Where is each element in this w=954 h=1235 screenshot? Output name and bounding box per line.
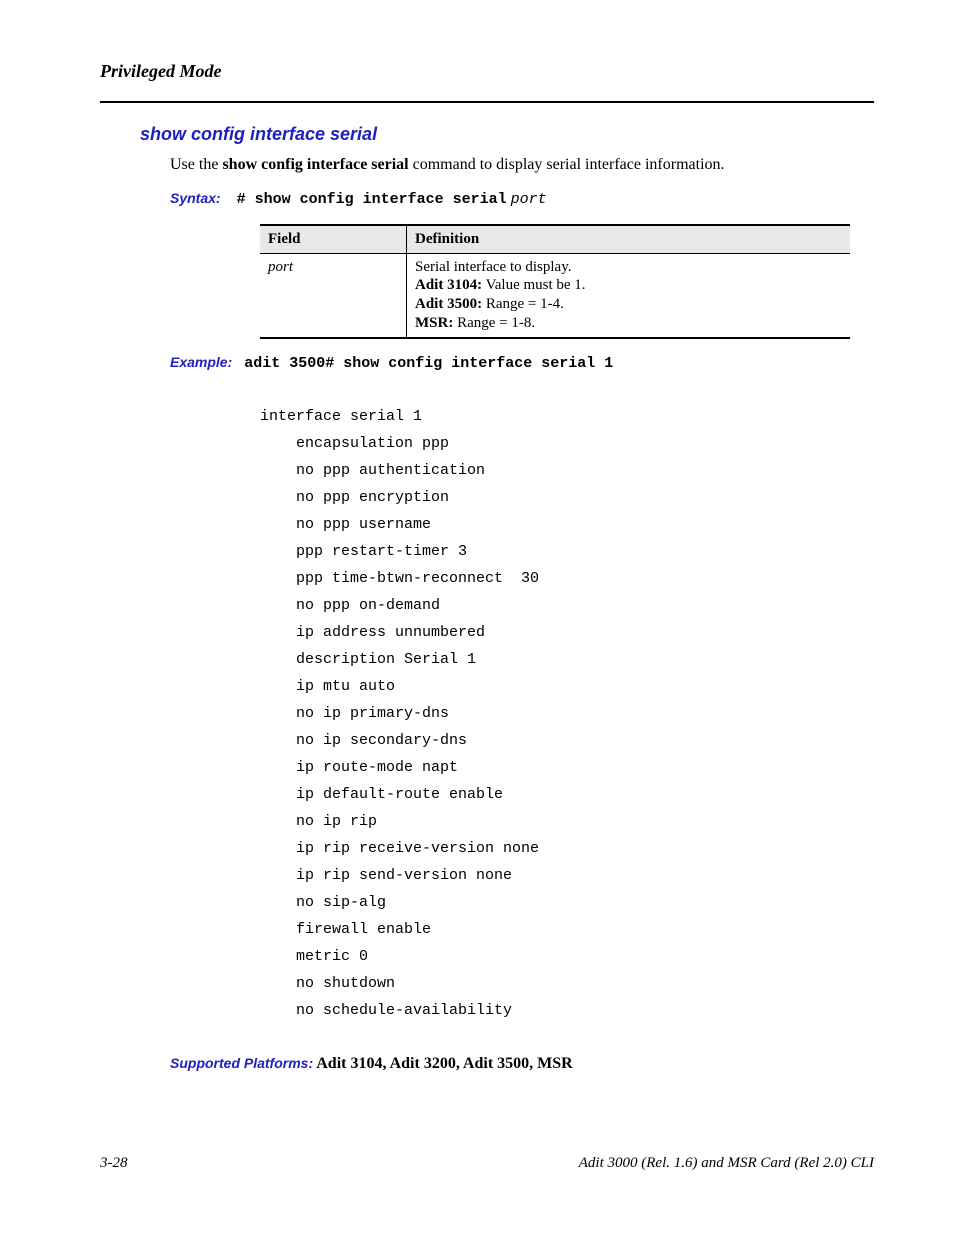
th-field: Field (260, 225, 407, 253)
syntax-arg-text: port (511, 191, 547, 208)
intro-suffix: command to display serial interface info… (409, 156, 725, 173)
output-block: interface serial 1 encapsulation ppp no … (260, 403, 874, 1024)
table-row: port Serial interface to display. Adit 3… (260, 253, 850, 338)
intro-cmd: show config interface serial (222, 156, 408, 173)
page-header: Privileged Mode (100, 60, 874, 83)
def-line1: Serial interface to display. (415, 259, 571, 275)
supported-text: Adit 3104, Adit 3200, Adit 3500, MSR (313, 1055, 573, 1072)
intro-text: Use the show config interface serial com… (170, 155, 874, 175)
th-definition: Definition (407, 225, 851, 253)
syntax-prompt: # (237, 191, 255, 208)
syntax-row: Syntax: # show config interface serial p… (170, 189, 874, 210)
def-l3a: Adit 3500: (415, 296, 482, 312)
def-l4b: Range = 1-8. (453, 315, 535, 331)
example-cmd: adit 3500# show config interface serial … (244, 355, 613, 372)
def-l4a: MSR: (415, 315, 453, 331)
table-header-row: Field Definition (260, 225, 850, 253)
supported-label: Supported Platforms: (170, 1055, 313, 1071)
intro-prefix: Use the (170, 156, 222, 173)
td-field: port (268, 259, 293, 275)
def-l2a: Adit 3104: (415, 277, 482, 293)
syntax-label: Syntax: (170, 190, 221, 206)
supported-platforms: Supported Platforms: Adit 3104, Adit 320… (170, 1054, 874, 1074)
footer-left: 3-28 (100, 1154, 128, 1173)
syntax-cmd: show config interface serial (255, 191, 507, 208)
example-row: Example: adit 3500# show config interfac… (170, 353, 874, 374)
td-definition: Serial interface to display. Adit 3104: … (407, 253, 851, 338)
def-l2b: Value must be 1. (482, 277, 585, 293)
footer: 3-28 Adit 3000 (Rel. 1.6) and MSR Card (… (100, 1154, 874, 1173)
footer-right: Adit 3000 (Rel. 1.6) and MSR Card (Rel 2… (579, 1154, 874, 1173)
field-table: Field Definition port Serial interface t… (260, 224, 850, 339)
def-l3b: Range = 1-4. (482, 296, 564, 312)
section-title: show config interface serial (140, 123, 874, 146)
example-label: Example: (170, 354, 232, 370)
divider (100, 101, 874, 103)
